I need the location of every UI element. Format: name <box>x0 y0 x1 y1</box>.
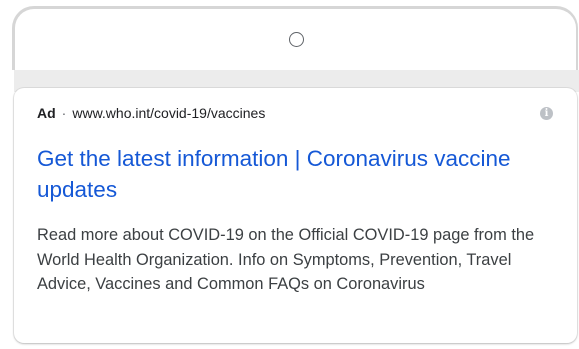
separator-dot: · <box>61 105 67 121</box>
top-card <box>12 6 578 70</box>
ad-description: Read more about COVID-19 on the Official… <box>37 226 535 293</box>
ad-display-url[interactable]: www.who.int/covid-19/vaccines <box>72 105 265 121</box>
circle-home-icon[interactable] <box>289 32 304 47</box>
ad-title-link[interactable]: Get the latest information | Coronavirus… <box>37 143 537 205</box>
ad-header: Ad · www.who.int/covid-19/vaccines <box>37 105 265 121</box>
info-icon[interactable]: i <box>540 107 553 120</box>
ad-card[interactable]: Ad · www.who.int/covid-19/vaccines i Get t… <box>14 88 577 343</box>
ad-label: Ad <box>37 105 56 121</box>
page: Ad · www.who.int/covid-19/vaccines i Get t… <box>0 0 579 349</box>
